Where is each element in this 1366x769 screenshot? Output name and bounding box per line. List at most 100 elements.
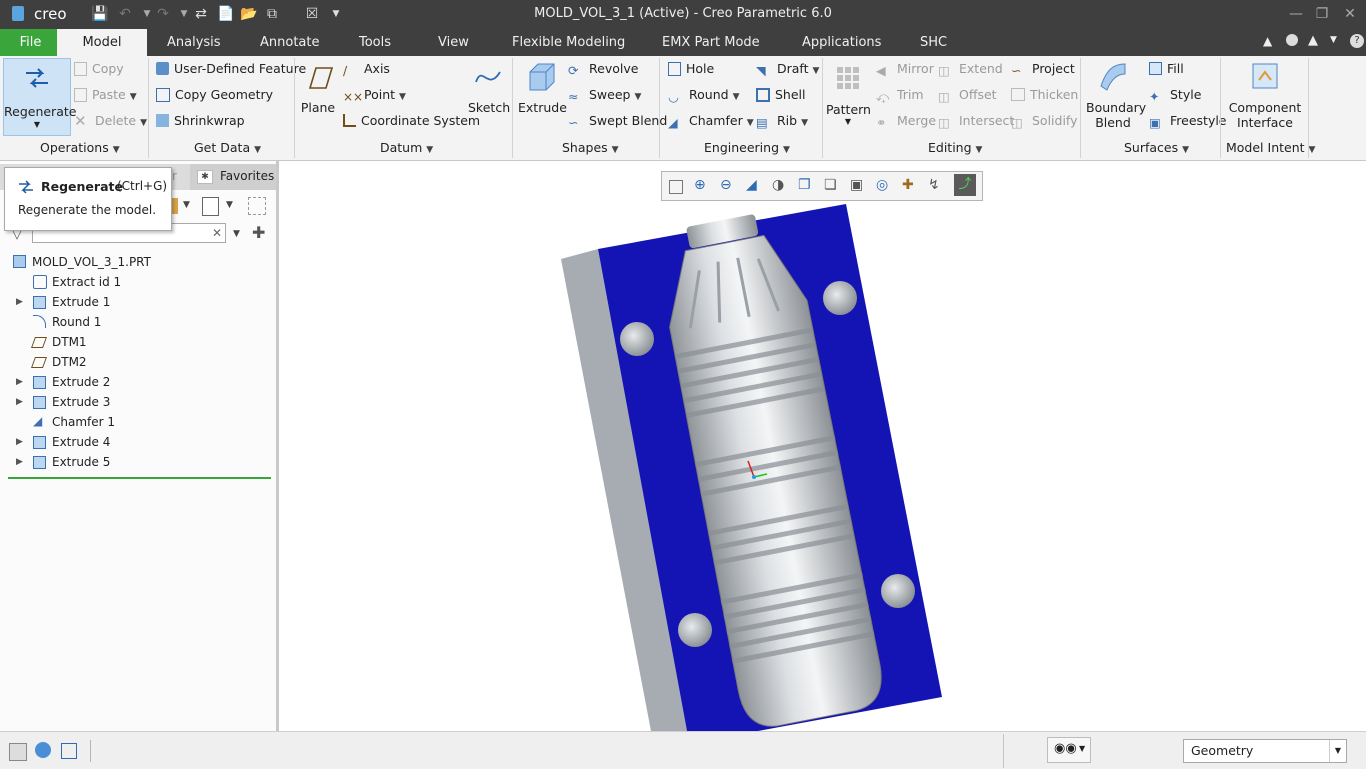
tree-item-datum-plane[interactable]: DTM2 xyxy=(0,352,270,372)
tree-item-chamfer[interactable]: ◢ Chamfer 1 xyxy=(0,412,270,432)
tab-flexible-modeling[interactable]: Flexible Modeling xyxy=(510,29,627,56)
regenerate-dropdown-icon[interactable]: ▼ xyxy=(4,120,70,129)
udf-button[interactable]: User-Defined Feature xyxy=(156,59,306,79)
trim-button[interactable]: ⤽ Trim xyxy=(876,85,924,105)
sweep-button[interactable]: ≈ Sweep ▼ xyxy=(568,85,641,105)
search-dropdown-icon[interactable]: ▼ xyxy=(233,229,240,239)
expand-arrow-icon[interactable]: ▶ xyxy=(16,432,23,452)
datum-display-icon[interactable]: ✚ xyxy=(902,177,920,195)
insert-here-marker[interactable] xyxy=(8,477,271,479)
tab-view[interactable]: View xyxy=(436,29,471,56)
thicken-button[interactable]: Thicken xyxy=(1011,85,1078,105)
group-shapes[interactable]: Shapes ▼ xyxy=(562,140,619,155)
tab-emx-part-mode[interactable]: EMX Part Mode xyxy=(660,29,762,56)
coordinate-system-button[interactable]: Coordinate System xyxy=(343,111,480,131)
csys-display-icon[interactable]: ⤴ xyxy=(954,174,976,196)
axis-button[interactable]: ∕ Axis xyxy=(343,59,390,79)
perspective-view-icon[interactable]: ▣ xyxy=(850,177,868,195)
plane-button[interactable]: Plane xyxy=(300,62,336,115)
close-icon[interactable]: ✕ xyxy=(1338,4,1362,24)
clear-search-icon[interactable]: ✕ xyxy=(212,226,222,240)
hole-button[interactable]: Hole xyxy=(668,59,714,79)
show-icon[interactable] xyxy=(202,197,219,216)
zoom-in-icon[interactable]: ⊕ xyxy=(694,177,712,195)
saved-orientations-icon[interactable]: ❐ xyxy=(798,177,816,195)
boundary-blend-button[interactable]: Boundary Blend xyxy=(1086,60,1146,130)
expand-arrow-icon[interactable]: ▶ xyxy=(16,452,23,472)
display-style-icon[interactable]: ◑ xyxy=(772,177,790,195)
style-button[interactable]: ✦ Style xyxy=(1149,85,1201,105)
point-button[interactable]: ××Point ▼ xyxy=(343,85,406,105)
pattern-button[interactable]: Pattern ▼ xyxy=(826,62,871,126)
restore-icon[interactable]: ❐ xyxy=(1310,4,1334,24)
freestyle-button[interactable]: ▣ Freestyle xyxy=(1149,111,1227,131)
tree-item-round[interactable]: Round 1 xyxy=(0,312,270,332)
tree-item-extrude[interactable]: ▶ Extrude 4 xyxy=(0,432,270,452)
chamfer-button[interactable]: ◢ Chamfer ▼ xyxy=(668,111,754,131)
view-manager-icon[interactable]: ❏ xyxy=(824,177,842,195)
spin-center-icon[interactable]: ◎ xyxy=(876,177,894,195)
tab-shc[interactable]: SHC xyxy=(918,29,949,56)
pattern-dropdown-icon[interactable]: ▼ xyxy=(826,117,870,126)
tree-item-datum-plane[interactable]: DTM1 xyxy=(0,332,270,352)
tab-favorites[interactable]: ✱ Favorites xyxy=(190,164,276,190)
show-navigator-icon[interactable] xyxy=(9,743,27,761)
find-button[interactable]: ◉◉ ▼ xyxy=(1047,737,1091,763)
zoom-out-icon[interactable]: ⊖ xyxy=(720,177,738,195)
refit-icon[interactable] xyxy=(669,180,683,194)
group-get-data[interactable]: Get Data ▼ xyxy=(194,140,261,155)
options-dropdown-icon[interactable]: ▼ xyxy=(1330,35,1337,45)
repaint-icon[interactable]: ◢ xyxy=(746,177,764,195)
group-editing[interactable]: Editing ▼ xyxy=(928,140,982,155)
help-icon[interactable]: ? xyxy=(1350,34,1364,48)
mirror-button[interactable]: ◀ Mirror xyxy=(876,59,934,79)
browser-icon[interactable] xyxy=(35,742,51,758)
extend-button[interactable]: ◫ Extend xyxy=(938,59,1003,79)
regenerate-button[interactable]: Regenerate ▼ xyxy=(3,58,76,136)
group-surfaces[interactable]: Surfaces ▼ xyxy=(1124,140,1189,155)
delete-button[interactable]: ✕ Delete ▼ xyxy=(74,111,147,131)
copy-geometry-button[interactable]: Copy Geometry xyxy=(156,85,273,105)
tab-applications[interactable]: Applications xyxy=(800,29,883,56)
expand-arrow-icon[interactable]: ▶ xyxy=(16,372,23,392)
graphics-window[interactable] xyxy=(279,161,1366,731)
settings-dropdown-icon[interactable]: ▼ xyxy=(183,200,190,210)
add-icon[interactable]: ✚ xyxy=(252,223,265,242)
tab-file[interactable]: File xyxy=(0,29,61,56)
copy-button[interactable]: Copy xyxy=(74,59,124,79)
user-icon[interactable] xyxy=(1286,34,1298,46)
tree-item-extrude[interactable]: ▶ Extrude 5 xyxy=(0,452,270,472)
selection-filter-select[interactable]: Geometry ▼ xyxy=(1183,739,1347,763)
tab-analysis[interactable]: Analysis xyxy=(165,29,223,56)
fill-button[interactable]: Fill xyxy=(1149,59,1184,79)
full-screen-icon[interactable] xyxy=(61,743,77,759)
tree-filter-icon[interactable] xyxy=(248,197,266,215)
expand-arrow-icon[interactable]: ▶ xyxy=(16,292,23,312)
swept-blend-button[interactable]: ∽ Swept Blend xyxy=(568,111,667,131)
extrude-button[interactable]: Extrude xyxy=(518,60,567,115)
draft-button[interactable]: ◥ Draft ▼ xyxy=(756,59,819,79)
offset-button[interactable]: ◫ Offset xyxy=(938,85,997,105)
shell-button[interactable]: Shell xyxy=(756,85,806,105)
project-button[interactable]: ∽ Project xyxy=(1011,59,1075,79)
expand-arrow-icon[interactable]: ▶ xyxy=(16,392,23,412)
group-engineering[interactable]: Engineering ▼ xyxy=(704,140,790,155)
collapse-ribbon-icon[interactable]: ▲ xyxy=(1263,34,1272,48)
sketch-button[interactable]: Sketch xyxy=(468,62,510,115)
minimize-icon[interactable]: — xyxy=(1284,4,1308,24)
tab-model-tree-partial[interactable]: r xyxy=(172,169,177,183)
tab-annotate[interactable]: Annotate xyxy=(258,29,321,56)
rib-button[interactable]: ▤ Rib ▼ xyxy=(756,111,808,131)
group-operations[interactable]: Operations ▼ xyxy=(40,140,120,155)
tree-item-extrude[interactable]: ▶ Extrude 1 xyxy=(0,292,270,312)
model-view[interactable] xyxy=(279,161,1366,731)
annotation-display-icon[interactable]: ↯ xyxy=(928,177,946,195)
tree-item-extrude[interactable]: ▶ Extrude 2 xyxy=(0,372,270,392)
show-dropdown-icon[interactable]: ▼ xyxy=(226,200,233,210)
shrinkwrap-button[interactable]: Shrinkwrap xyxy=(156,111,245,131)
group-datum[interactable]: Datum ▼ xyxy=(380,140,433,155)
learning-icon[interactable]: ▲ xyxy=(1308,33,1318,48)
intersect-button[interactable]: ◫ Intersect xyxy=(938,111,1014,131)
tree-item-extrude[interactable]: ▶ Extrude 3 xyxy=(0,392,270,412)
tree-item-part[interactable]: MOLD_VOL_3_1.PRT xyxy=(0,252,270,272)
